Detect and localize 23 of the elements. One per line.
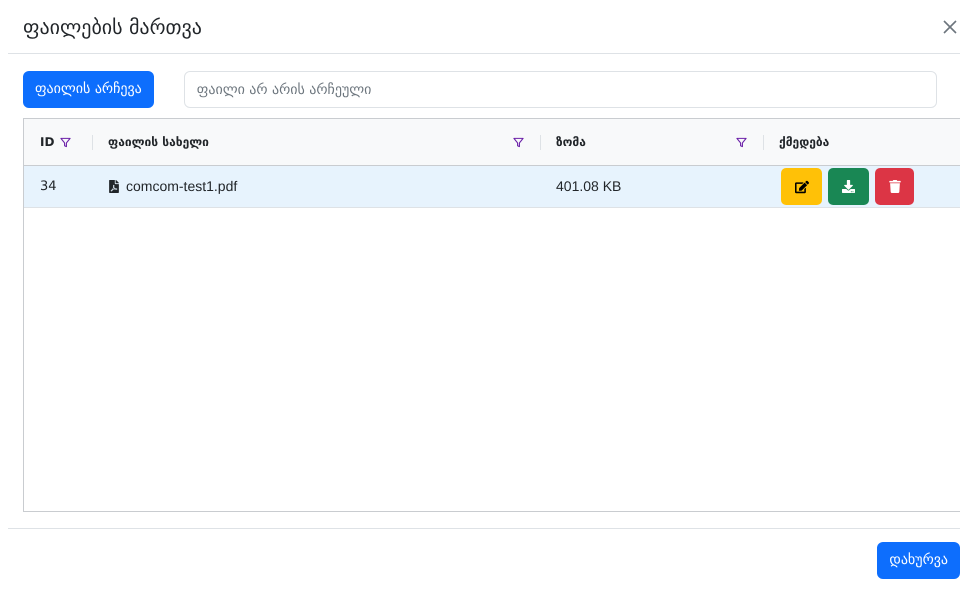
table-cell-text: comcom-test1.pdf	[126, 177, 238, 196]
column-header: ზომა	[556, 134, 587, 151]
delete-button[interactable]	[875, 168, 914, 205]
close-button[interactable]: დახურვა	[877, 542, 960, 579]
download-icon	[842, 180, 855, 193]
table-cell: 401.08 KB	[556, 178, 622, 194]
edit-button[interactable]	[781, 168, 822, 205]
close-icon[interactable]	[942, 18, 958, 34]
choose-file-button[interactable]: ფაილის არჩევა	[23, 71, 154, 108]
filter-icon[interactable]	[60, 136, 72, 148]
file-name-field[interactable]: ფაილი არ არის არჩეული	[184, 71, 937, 108]
filter-icon[interactable]	[513, 136, 524, 148]
dialog-title: ფაილების მართვა	[23, 14, 202, 41]
edit-icon	[794, 180, 808, 194]
column-header: ქმედება	[779, 134, 830, 151]
filter-icon[interactable]	[736, 136, 747, 148]
trash-icon	[888, 180, 900, 193]
column-header: ID	[40, 134, 54, 151]
table-row[interactable]: 34 comcom-test1.pdf 401.08 KB	[24, 166, 960, 208]
download-button[interactable]	[828, 168, 869, 205]
pdf-file-icon	[108, 180, 120, 193]
table-cell: 34	[40, 178, 57, 194]
column-header: ფაილის სახელი	[108, 134, 210, 151]
